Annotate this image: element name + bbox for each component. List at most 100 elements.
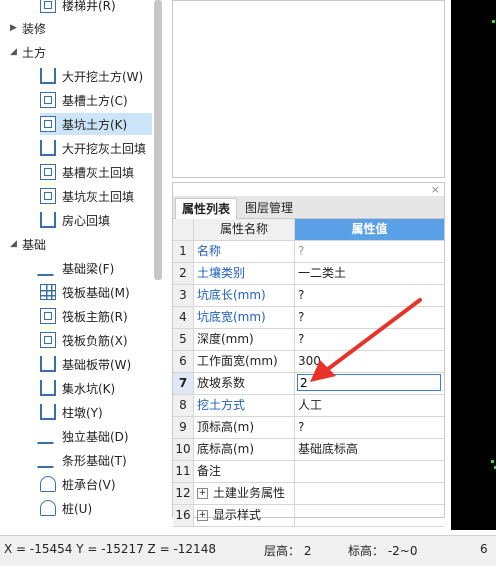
- row-number: 16: [173, 505, 194, 526]
- tree-item-open-excavation[interactable]: 大开挖土方(W): [40, 65, 143, 87]
- tree-item-room-backfill[interactable]: 房心回填: [40, 209, 110, 231]
- property-value[interactable]: ?: [295, 329, 444, 350]
- tree-item-label: 筏板负筋(X): [62, 333, 128, 348]
- tree-item-isolated-footing[interactable]: 独立基础(D): [37, 425, 129, 447]
- property-value[interactable]: 人工: [295, 395, 444, 416]
- tree-item-pile[interactable]: 桩(U): [40, 497, 92, 519]
- strip-footing-icon: [37, 452, 59, 468]
- property-value[interactable]: 一二类土: [295, 263, 444, 284]
- tree-item-label: 楼梯井(R): [62, 0, 116, 13]
- row-number: 9: [173, 417, 194, 438]
- property-name: 坑底长(mm): [194, 285, 295, 306]
- expanded-arrow-icon: ◢: [10, 239, 17, 249]
- lime-backfill-icon: [40, 140, 56, 156]
- property-value[interactable]: [295, 461, 444, 482]
- tree-item-open-lime-backfill[interactable]: 大开挖灰土回填: [40, 137, 146, 159]
- trench-backfill-icon: [40, 164, 56, 180]
- tree-item-column-pier[interactable]: 柱墩(Y): [40, 401, 103, 423]
- tree-item-label: 大开挖土方(W): [62, 69, 144, 84]
- property-row[interactable]: 1 名称?: [173, 241, 444, 263]
- property-row[interactable]: 10 底标高(m) 基础底标高: [173, 439, 444, 461]
- property-row[interactable]: 5 深度(mm)?: [173, 329, 444, 351]
- tree-item-trench-earthwork[interactable]: 基槽土方(C): [40, 89, 128, 111]
- properties-grid: 属性名称 属性值 1 名称? 2 土壤类别 一二类土 3 坑底长(mm)? 4 坑底宽(mm)?…: [173, 219, 444, 527]
- tree-item-label: 桩(U): [62, 501, 93, 516]
- tree-item-label: 筏板基础(M): [62, 285, 130, 300]
- property-value[interactable]: ?: [295, 307, 444, 328]
- room-backfill-icon: [40, 212, 56, 228]
- property-value[interactable]: 基础底标高: [295, 439, 444, 460]
- row-number: 12: [173, 483, 194, 504]
- property-name: 名称: [194, 241, 295, 262]
- tree-scrollbar[interactable]: [154, 0, 162, 280]
- slab-strip-icon: [40, 356, 56, 372]
- tree-item-label: 基坑灰土回填: [62, 189, 135, 204]
- row-number: 7: [173, 373, 194, 394]
- tree-item-label: 房心回填: [62, 213, 111, 228]
- tree-item-label: 基础梁(F): [62, 261, 115, 276]
- property-row[interactable]: 12 + 土建业务属性: [173, 483, 444, 505]
- expand-icon[interactable]: +: [197, 510, 208, 521]
- stairwell-icon: [40, 0, 56, 13]
- tree-item-raft-foundation[interactable]: 筏板基础(M): [40, 281, 130, 303]
- property-row[interactable]: 16 + 显示样式: [173, 505, 444, 527]
- tree-section-decoration[interactable]: ▶ 装修: [10, 17, 46, 39]
- property-row[interactable]: 6 工作面宽(mm) 300: [173, 351, 444, 373]
- close-icon[interactable]: ×: [431, 183, 440, 196]
- expand-icon[interactable]: +: [197, 488, 208, 499]
- tree-item-label: 集水坑(K): [62, 381, 116, 396]
- tree-item-slab-strip[interactable]: 基础板带(W): [40, 353, 131, 375]
- tree-item-sump-pit[interactable]: 集水坑(K): [40, 377, 115, 399]
- property-value[interactable]: ?: [295, 241, 444, 262]
- tree-item-pit-lime-backfill[interactable]: 基坑灰土回填: [40, 185, 134, 207]
- property-row[interactable]: 7 放坡系数: [173, 373, 444, 395]
- expanded-arrow-icon: ◢: [10, 47, 17, 57]
- property-row[interactable]: 11 备注: [173, 461, 444, 483]
- sump-icon: [40, 380, 56, 396]
- tree-item-foundation-pit[interactable]: 基坑土方(K): [40, 113, 152, 135]
- tree-item-label: 筏板主筋(R): [62, 309, 128, 324]
- property-row[interactable]: 3 坑底长(mm)?: [173, 285, 444, 307]
- property-row[interactable]: 8 挖土方式 人工: [173, 395, 444, 417]
- tab-layer-management[interactable]: 图层管理: [239, 198, 299, 218]
- slope-coefficient-input[interactable]: [297, 374, 441, 391]
- column-header-name: 属性名称: [194, 219, 295, 240]
- component-list-panel: [172, 0, 445, 178]
- elevation: 标高： -2~0: [348, 544, 418, 558]
- property-value[interactable]: ?: [295, 285, 444, 306]
- row-number: 11: [173, 461, 194, 482]
- property-name-text: 土建业务属性: [213, 486, 286, 500]
- tree-item-trench-lime-backfill[interactable]: 基槽灰土回填: [40, 161, 134, 183]
- raft-neg-rebar-icon: [40, 332, 56, 348]
- coordinate-readout: X = -15454 Y = -15217 Z = -12148: [4, 542, 216, 556]
- property-value[interactable]: ?: [295, 417, 444, 438]
- property-value: [295, 373, 444, 394]
- row-number: 2: [173, 263, 194, 284]
- tree-item-label: 桩承台(V): [62, 477, 116, 492]
- tree-section-foundation[interactable]: ◢ 基础: [10, 233, 46, 255]
- property-name: 土壤类别: [194, 263, 295, 284]
- property-name: 备注: [194, 461, 295, 482]
- property-row[interactable]: 4 坑底宽(mm)?: [173, 307, 444, 329]
- row-number-header: [173, 219, 194, 240]
- tree-section-earthwork[interactable]: ◢ 土方: [10, 41, 46, 63]
- tree-item-strip-footing[interactable]: 条形基础(T): [37, 449, 127, 471]
- tree-item-pile-cap[interactable]: 桩承台(V): [40, 473, 116, 495]
- property-value[interactable]: [295, 483, 444, 504]
- property-value[interactable]: [295, 505, 444, 526]
- property-name: 放坡系数: [194, 373, 295, 394]
- tree-item-raft-main-rebar[interactable]: 筏板主筋(R): [40, 305, 128, 327]
- tree-item-raft-negative-rebar[interactable]: 筏板负筋(X): [40, 329, 128, 351]
- tree-item-stairwell[interactable]: 楼梯井(R): [40, 0, 116, 16]
- properties-tabs: 属性列表 图层管理: [173, 196, 444, 219]
- drawing-canvas[interactable]: [451, 0, 496, 530]
- property-name: 工作面宽(mm): [194, 351, 295, 372]
- tree-item-label: 柱墩(Y): [62, 405, 103, 420]
- trench-icon: [40, 92, 56, 108]
- tree-item-foundation-beam[interactable]: 基础梁(F): [37, 257, 115, 279]
- collapsed-arrow-icon: ▶: [10, 23, 17, 33]
- property-value[interactable]: 300: [295, 351, 444, 372]
- property-row[interactable]: 9 顶标高(m)?: [173, 417, 444, 439]
- property-row[interactable]: 2 土壤类别 一二类土: [173, 263, 444, 285]
- tab-property-list[interactable]: 属性列表: [175, 198, 238, 219]
